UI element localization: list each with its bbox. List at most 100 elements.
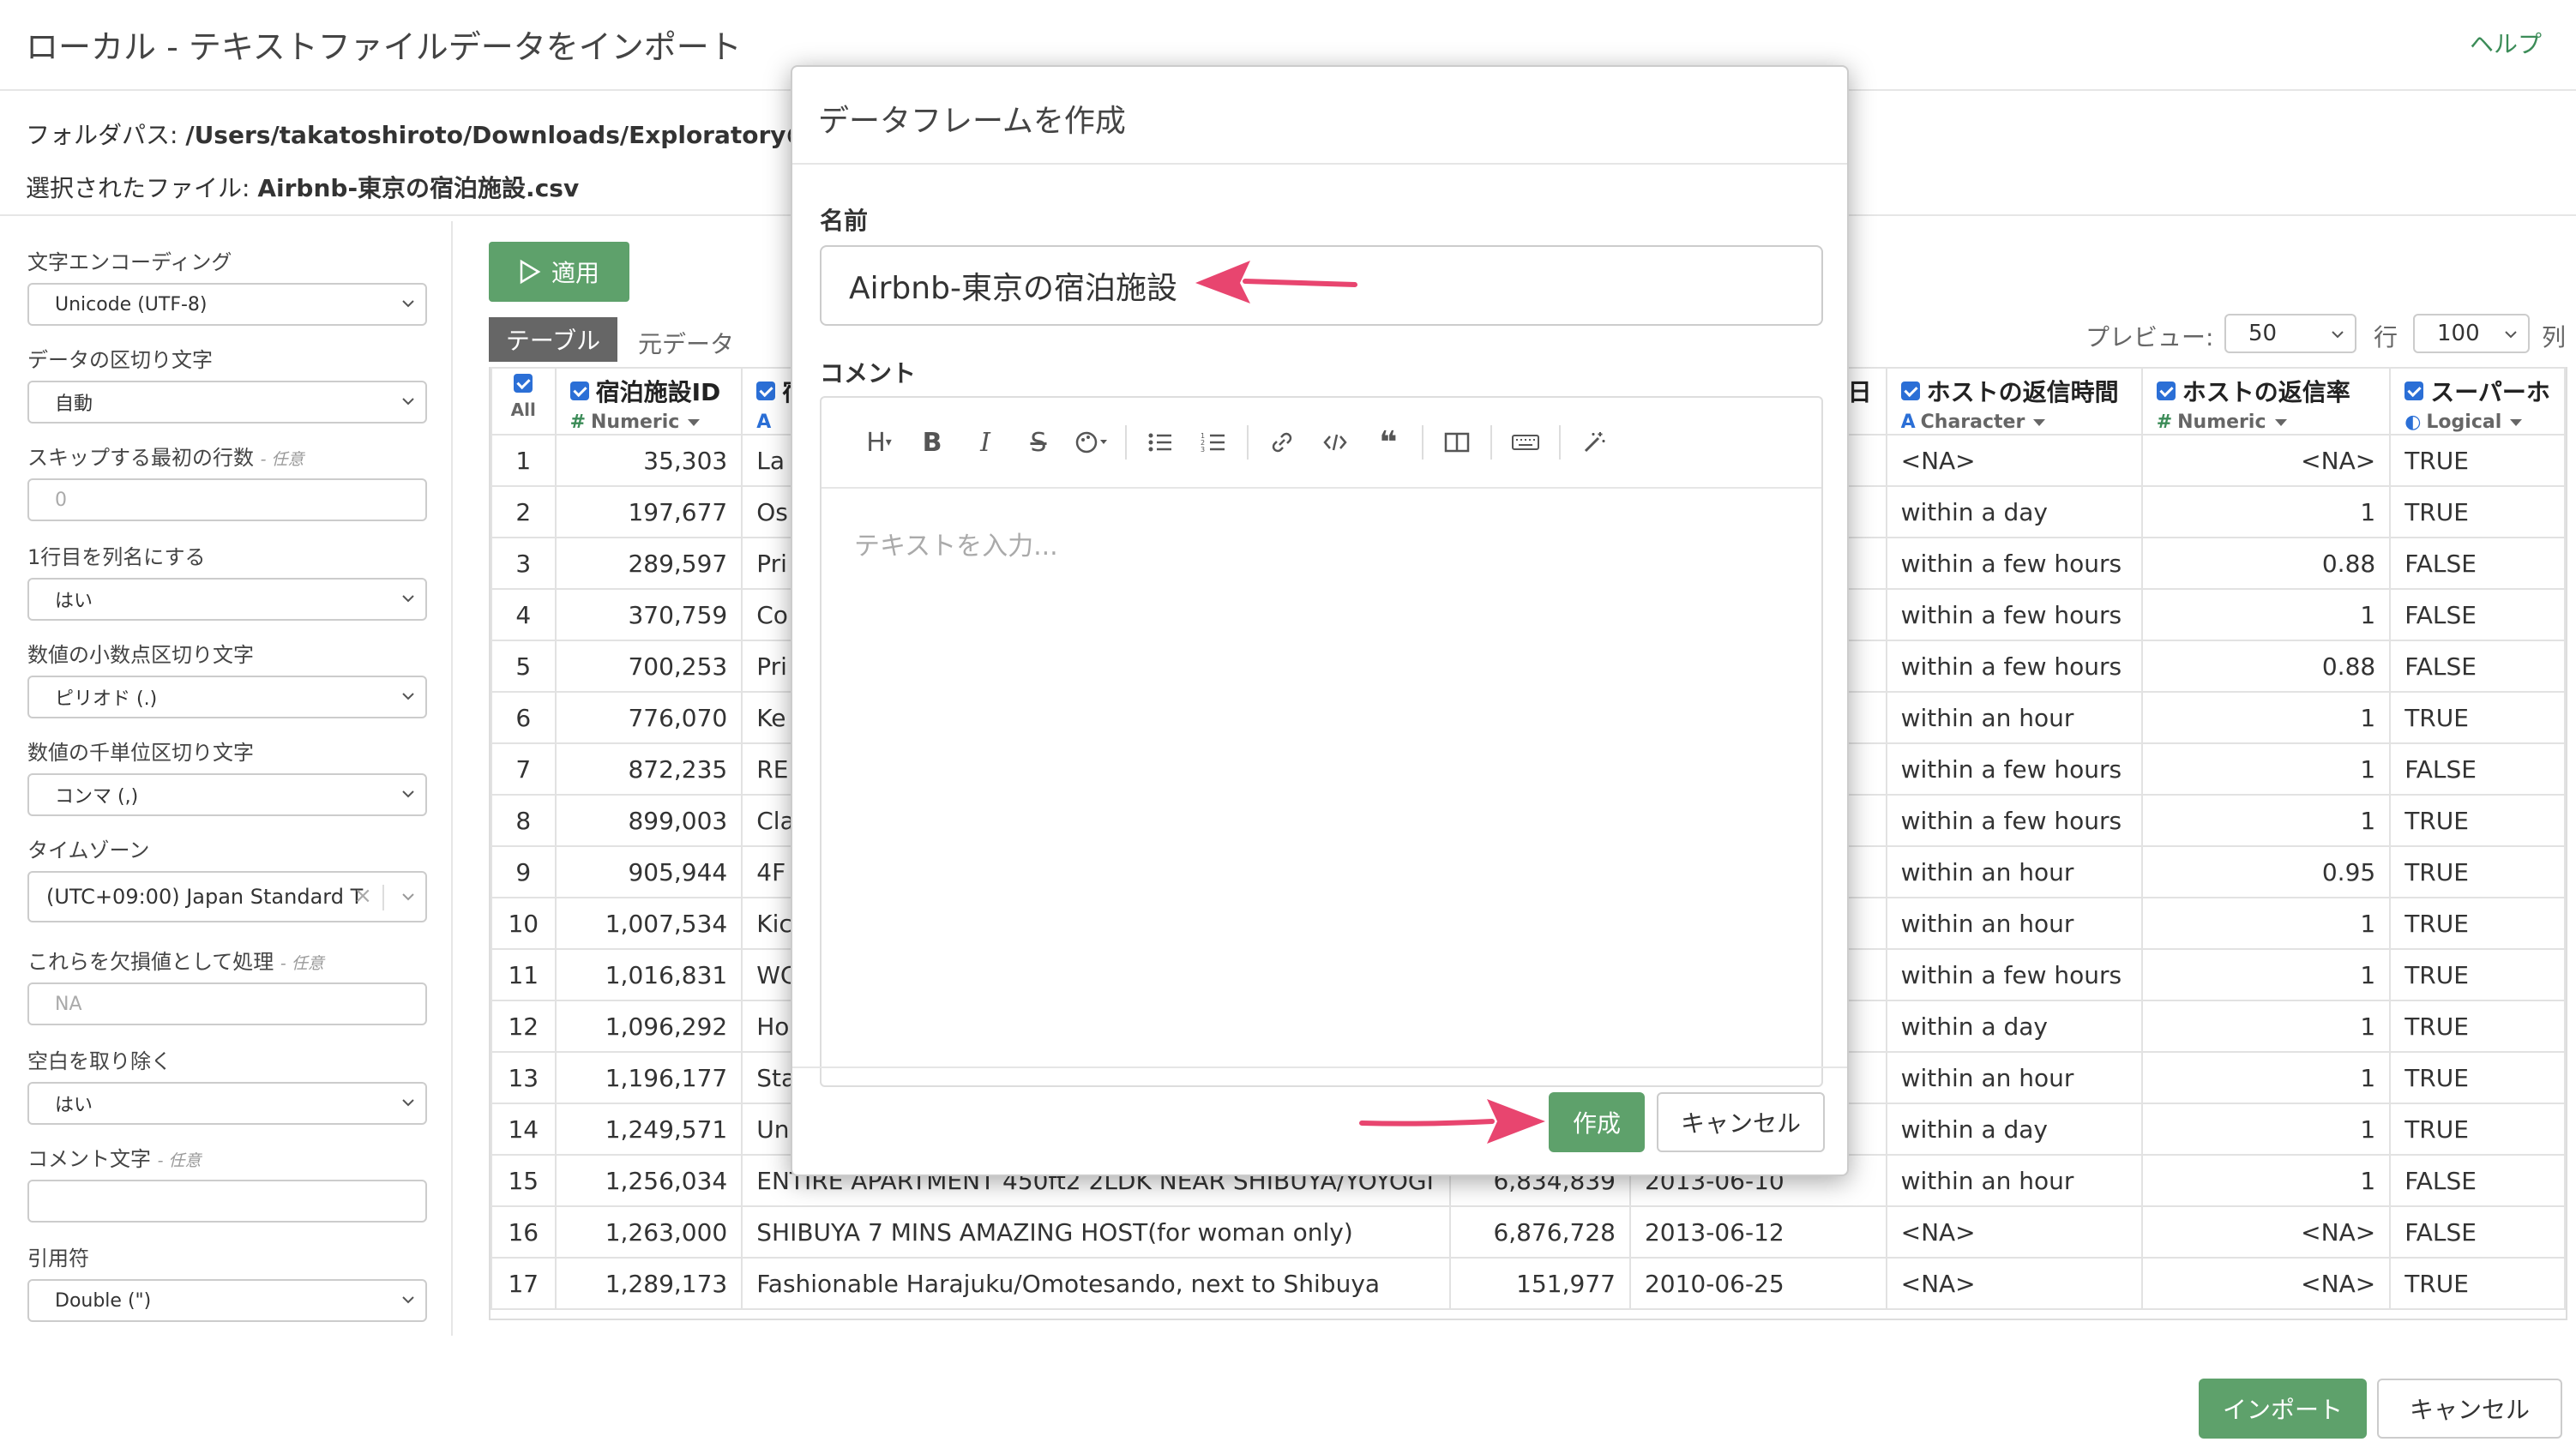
encoding-select[interactable]: Unicode (UTF-8) — [27, 283, 427, 326]
strikethrough-icon[interactable]: S — [1012, 417, 1065, 468]
row-number-cell: 6 — [491, 691, 557, 744]
table-cell: within an hour — [1885, 691, 2143, 744]
heading-icon[interactable]: H ▾ — [852, 417, 906, 468]
skip-rows-label-text: スキップする最初の行数 — [27, 446, 254, 470]
timezone-select[interactable]: (UTC+09:00) Japan Standard T × — [27, 871, 427, 922]
apply-label: 適用 — [551, 259, 599, 287]
table-cell: 1,263,000 — [554, 1205, 743, 1259]
table-cell: 1 — [2140, 897, 2392, 950]
toolbar-separator — [1490, 425, 1492, 460]
link-icon[interactable] — [1255, 417, 1309, 468]
skip-rows-input[interactable]: 0 — [27, 478, 427, 521]
caret-down-icon[interactable] — [2033, 418, 2046, 426]
column-header[interactable]: ホストの返信時間 A Character — [1885, 367, 2143, 436]
preview-cols-select[interactable]: 100 — [2413, 314, 2530, 353]
tab-table[interactable]: テーブル — [489, 317, 617, 362]
cancel-button[interactable]: キャンセル — [2377, 1379, 2562, 1439]
table-cell: 1 — [2140, 794, 2392, 847]
dialog-cancel-button[interactable]: キャンセル — [1657, 1092, 1825, 1152]
table-cell: within a few hours — [1885, 537, 2143, 590]
na-values-label: これらを欠損値として処理 - 任意 — [27, 945, 324, 975]
table-cell: TRUE — [2389, 1051, 2566, 1104]
trim-ws-label: 空白を取り除く — [27, 1049, 172, 1073]
decimal-mark-select[interactable]: ピリオド (.) — [27, 676, 427, 718]
table-cell: TRUE — [2389, 485, 2566, 538]
row-number-cell: 14 — [491, 1103, 557, 1156]
row-number-cell: 1 — [491, 434, 557, 487]
comment-char-input[interactable] — [27, 1180, 427, 1223]
numbered-list-icon[interactable]: 123 — [1187, 417, 1240, 468]
table-cell: 700,253 — [554, 640, 743, 693]
skip-rows-label: スキップする最初の行数 - 任意 — [27, 441, 304, 471]
table-cell: 2010-06-25 — [1628, 1257, 1887, 1310]
column-header[interactable]: ホストの返信率 # Numeric — [2140, 367, 2392, 436]
magic-wand-icon[interactable] — [1568, 417, 1621, 468]
table-cell: 1,249,571 — [554, 1103, 743, 1156]
table-cell: within a few hours — [1885, 948, 2143, 1001]
quote-value: Double (") — [55, 1289, 152, 1312]
code-icon[interactable] — [1309, 417, 1362, 468]
editor-toolbar: H ▾ B I S 123 ❝ — [822, 398, 1821, 489]
checkbox-icon[interactable] — [1900, 382, 1920, 400]
toolbar-separator — [1559, 425, 1561, 460]
cols-unit-label: 列 — [2542, 323, 2567, 351]
table-cell: 905,944 — [554, 845, 743, 898]
header-row-select[interactable]: はい — [27, 578, 427, 621]
na-values-input[interactable]: NA — [27, 982, 427, 1025]
character-type-icon: A — [1900, 412, 1916, 433]
preview-label: プレビュー: — [2085, 323, 2214, 351]
caret-down-icon[interactable] — [688, 418, 701, 426]
keyboard-icon[interactable] — [1499, 417, 1552, 468]
arrow-annotation-name — [1195, 261, 1357, 303]
color-palette-icon[interactable] — [1065, 417, 1118, 468]
table-cell: 1 — [2140, 1154, 2392, 1207]
decimal-mark-value: ピリオド (.) — [55, 688, 158, 710]
select-all-header[interactable]: All — [491, 367, 557, 436]
table-cell: FALSE — [2389, 742, 2566, 796]
quote-select[interactable]: Double (") — [27, 1279, 427, 1322]
tab-raw-data[interactable]: 元データ — [638, 326, 734, 360]
row-number-cell: 4 — [491, 588, 557, 641]
table-cell: TRUE — [2389, 845, 2566, 898]
apply-button[interactable]: 適用 — [489, 242, 629, 302]
caret-down-icon[interactable] — [2274, 418, 2287, 426]
dialog-footer-divider — [792, 1066, 1847, 1068]
table-cell: 1 — [2140, 588, 2392, 641]
row-number-cell: 3 — [491, 537, 557, 590]
column-header[interactable]: 宿泊施設ID # Numeric — [554, 367, 743, 436]
checkbox-icon[interactable] — [756, 382, 776, 400]
column-header[interactable]: スーパーホ ◐ Logical — [2389, 367, 2566, 436]
optional-tag: - 任意 — [260, 450, 304, 469]
create-button[interactable]: 作成 — [1549, 1092, 1645, 1152]
table-cell: 1 — [2140, 485, 2392, 538]
checkbox-icon[interactable] — [2404, 382, 2424, 400]
italic-icon[interactable]: I — [959, 417, 1012, 468]
delimiter-select[interactable]: 自動 — [27, 381, 427, 424]
quote-icon[interactable]: ❝ — [1362, 417, 1415, 468]
play-icon — [520, 259, 541, 285]
help-link[interactable]: ヘルプ — [2470, 26, 2542, 60]
chevron-down-icon — [402, 693, 414, 700]
clear-icon[interactable]: × — [353, 883, 372, 909]
table-cell: 197,677 — [554, 485, 743, 538]
toolbar-separator — [1422, 425, 1423, 460]
checkbox-icon[interactable] — [569, 382, 589, 400]
table-cell: within a day — [1885, 485, 2143, 538]
bullet-list-icon[interactable] — [1134, 417, 1187, 468]
preview-rows-select[interactable]: 50 — [2224, 314, 2356, 353]
table-cell: FALSE — [2389, 1154, 2566, 1207]
comment-editor[interactable]: H ▾ B I S 123 ❝ テキストを入力... — [820, 396, 1823, 1087]
split-view-icon[interactable] — [1430, 417, 1484, 468]
trim-ws-select[interactable]: はい — [27, 1082, 427, 1125]
grouping-mark-select[interactable]: コンマ (,) — [27, 773, 427, 816]
table-cell: 1,096,292 — [554, 1000, 743, 1053]
checkbox-icon[interactable] — [514, 374, 533, 393]
column-type: Numeric — [2177, 412, 2266, 433]
page-title: ローカル - テキストファイルデータをインポート — [26, 28, 742, 66]
checkbox-icon[interactable] — [2156, 382, 2176, 400]
na-values-placeholder: NA — [55, 993, 82, 1015]
caret-down-icon[interactable] — [2510, 418, 2523, 426]
row-number-cell: 16 — [491, 1205, 557, 1259]
bold-icon[interactable]: B — [906, 417, 959, 468]
import-button[interactable]: インポート — [2199, 1379, 2367, 1439]
